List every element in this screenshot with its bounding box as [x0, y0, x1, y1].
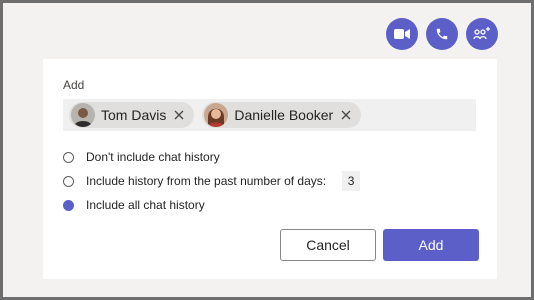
- add-people-dialog: Add Tom Davis Danielle Booker Don't incl…: [43, 59, 497, 279]
- days-input[interactable]: 3: [342, 171, 361, 191]
- window-frame: Add Tom Davis Danielle Booker Don't incl…: [0, 0, 534, 300]
- video-call-button[interactable]: [386, 18, 418, 50]
- cancel-button[interactable]: Cancel: [280, 229, 376, 261]
- person-pill-tom-davis: Tom Davis: [69, 102, 195, 128]
- video-camera-icon: [394, 29, 410, 39]
- person-pill-danielle-booker: Danielle Booker: [202, 102, 362, 128]
- option-all-history[interactable]: Include all chat history: [63, 198, 205, 212]
- option-days-history[interactable]: Include history from the past number of …: [63, 171, 361, 191]
- add-button[interactable]: Add: [383, 229, 479, 261]
- option-label: Include all chat history: [86, 198, 205, 212]
- add-people-button[interactable]: [466, 18, 498, 50]
- phone-icon: [436, 28, 448, 40]
- dialog-title: Add: [63, 78, 85, 92]
- radio-all-history[interactable]: [63, 199, 74, 211]
- avatar: [71, 103, 95, 127]
- option-label: Don't include chat history: [86, 150, 220, 164]
- option-label: Include history from the past number of …: [86, 174, 327, 188]
- add-people-icon: [473, 27, 490, 40]
- remove-person-icon[interactable]: [339, 108, 353, 122]
- radio-no-history[interactable]: [63, 151, 74, 163]
- avatar: [204, 103, 229, 127]
- person-name: Tom Davis: [101, 107, 167, 123]
- call-actions: [386, 18, 498, 50]
- option-no-history[interactable]: Don't include chat history: [63, 150, 220, 164]
- audio-call-button[interactable]: [426, 18, 458, 50]
- radio-days-history[interactable]: [63, 175, 74, 187]
- remove-person-icon[interactable]: [172, 108, 186, 122]
- person-name: Danielle Booker: [234, 107, 334, 123]
- people-picker[interactable]: Tom Davis Danielle Booker: [63, 99, 476, 131]
